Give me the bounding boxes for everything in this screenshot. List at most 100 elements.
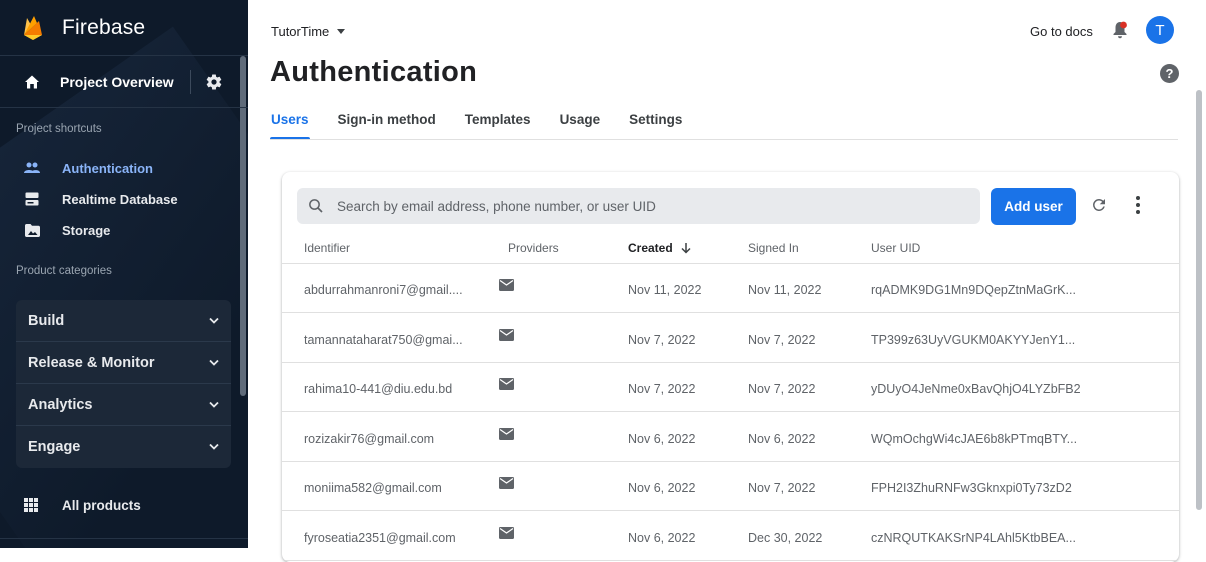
firebase-logo-icon <box>24 15 42 40</box>
caret-down-icon <box>337 29 346 34</box>
tab-templates[interactable]: Templates <box>465 112 531 140</box>
category-release-monitor[interactable]: Release & Monitor <box>16 342 231 384</box>
firebase-brand[interactable]: Firebase <box>0 0 248 56</box>
shortcut-storage[interactable]: Storage <box>0 215 248 245</box>
category-label: Analytics <box>28 396 93 413</box>
email-icon <box>499 477 514 489</box>
cell-created: Nov 7, 2022 <box>628 382 696 396</box>
table-row[interactable]: fyroseatia2351@gmail.com Nov 6, 2022 Dec 3… <box>282 512 1179 561</box>
divider <box>190 70 191 94</box>
avatar[interactable]: T <box>1146 16 1174 44</box>
cell-identifier: moniima582@gmail.com <box>304 481 442 495</box>
shortcuts-section-label: Project shortcuts <box>16 123 102 135</box>
go-to-docs-link[interactable]: Go to docs <box>1030 24 1093 39</box>
table-row[interactable]: tamannataharat750@gmai... Nov 7, 2022 Nov … <box>282 314 1179 363</box>
category-engage[interactable]: Engage <box>16 426 231 468</box>
add-user-button[interactable]: Add user <box>991 188 1076 225</box>
email-icon <box>499 427 514 440</box>
cell-user-uid: FPH2I3ZhuRNFw3Gknxpi0Ty73zD2 <box>871 481 1072 495</box>
chevron-down-icon <box>209 359 219 366</box>
all-products-label: All products <box>62 497 141 513</box>
image-folder-icon <box>24 222 40 238</box>
cell-signed-in: Nov 11, 2022 <box>748 283 822 297</box>
table-row[interactable]: rozizakir76@gmail.com Nov 6, 2022 Nov 6, 2… <box>282 413 1179 462</box>
main-content: TutorTime Go to docs T Authentication ? … <box>248 0 1206 562</box>
column-header-label: Created <box>628 241 673 255</box>
database-icon <box>24 191 40 207</box>
refresh-icon[interactable] <box>1090 196 1108 214</box>
email-icon <box>499 328 514 341</box>
cell-created: Nov 6, 2022 <box>628 431 696 446</box>
category-analytics[interactable]: Analytics <box>16 384 231 426</box>
cell-identifier: fyroseatia2351@gmail.com <box>304 530 456 545</box>
category-label: Engage <box>28 439 81 455</box>
email-icon <box>499 526 514 539</box>
page-scrollbar[interactable] <box>1196 90 1202 510</box>
product-categories: Build Release & Monitor Analytics Engage <box>16 300 231 468</box>
gear-icon[interactable] <box>205 73 223 91</box>
users-card: Add user Identifier Providers Created Si… <box>282 172 1179 562</box>
table-header: Identifier Providers Created Signed In U… <box>282 230 1179 264</box>
column-header-user-uid[interactable]: User UID <box>871 241 920 255</box>
category-label: Release & Monitor <box>28 354 155 371</box>
divider <box>270 139 1178 140</box>
cell-user-uid: WQmOchgWi4cJAE6b8kPTmqBTY... <box>871 431 1078 446</box>
cell-identifier: rahima10-441@diu.edu.bd <box>304 382 453 396</box>
tab-settings[interactable]: Settings <box>629 112 682 140</box>
tab-users[interactable]: Users <box>270 112 310 140</box>
categories-section-label: Product categories <box>16 265 112 277</box>
cell-signed-in: Nov 6, 2022 <box>748 431 816 446</box>
shortcut-realtime-database[interactable]: Realtime Database <box>0 184 248 214</box>
cell-created: Nov 6, 2022 <box>628 530 696 545</box>
brand-name: Firebase <box>62 15 146 39</box>
search-input[interactable] <box>337 198 957 214</box>
column-header-identifier[interactable]: Identifier <box>304 241 350 255</box>
tab-bar: Users Sign-in method Templates Usage Set… <box>270 112 711 140</box>
project-switcher[interactable]: TutorTime <box>271 24 346 39</box>
cell-user-uid: TP399z63UyVGUKM0AKYYJenY1... <box>871 332 1076 347</box>
page-title: Authentication <box>270 56 478 88</box>
cell-signed-in: Nov 7, 2022 <box>748 382 816 396</box>
people-icon <box>24 160 40 176</box>
tab-usage[interactable]: Usage <box>560 112 601 140</box>
project-overview-label: Project Overview <box>60 73 174 90</box>
table-row[interactable]: rahima10-441@diu.edu.bd Nov 7, 2022 Nov 7,… <box>282 363 1179 412</box>
tab-sign-in-method[interactable]: Sign-in method <box>338 112 436 140</box>
notification-bell-icon[interactable] <box>1112 21 1128 39</box>
chevron-down-icon <box>209 317 219 324</box>
cell-identifier: rozizakir76@gmail.com <box>304 431 435 446</box>
email-icon <box>499 378 514 390</box>
all-products-link[interactable]: All products <box>0 488 248 522</box>
sidebar: Firebase Project Overview Project shortc… <box>0 0 248 548</box>
project-name: TutorTime <box>271 24 330 39</box>
cell-signed-in: Nov 7, 2022 <box>748 481 816 495</box>
cell-user-uid: rqADMK9DG1Mn9DQepZtnMaGrK... <box>871 283 1076 297</box>
column-header-providers[interactable]: Providers <box>508 241 559 255</box>
chevron-down-icon <box>209 401 219 408</box>
search-bar[interactable] <box>297 188 980 224</box>
table-row[interactable]: moniima582@gmail.com Nov 6, 2022 Nov 7, 20… <box>282 462 1179 511</box>
shortcut-authentication[interactable]: Authentication <box>0 153 248 183</box>
shortcut-label: Storage <box>62 222 111 238</box>
cell-created: Nov 7, 2022 <box>628 332 696 347</box>
column-header-signed-in[interactable]: Signed In <box>748 241 799 255</box>
project-overview-link[interactable]: Project Overview <box>0 56 248 108</box>
more-vert-icon[interactable] <box>1136 196 1140 214</box>
cell-created: Nov 11, 2022 <box>628 283 702 297</box>
home-icon <box>25 75 39 88</box>
cell-created: Nov 6, 2022 <box>628 481 696 495</box>
shortcut-label: Realtime Database <box>62 191 178 207</box>
arrow-down-icon <box>681 243 691 254</box>
category-build[interactable]: Build <box>16 300 231 342</box>
column-header-created[interactable]: Created <box>628 241 692 255</box>
cell-user-uid: czNRQUTKAKSrNP4LAhl5KtbBEA... <box>871 530 1076 545</box>
cell-signed-in: Nov 7, 2022 <box>748 332 816 347</box>
help-icon[interactable]: ? <box>1160 64 1179 83</box>
divider <box>0 538 248 539</box>
cell-signed-in: Dec 30, 2022 <box>748 530 823 545</box>
shortcut-label: Authentication <box>62 160 153 176</box>
table-row[interactable]: abdurrahmanroni7@gmail.... Nov 11, 2022 No… <box>282 264 1179 313</box>
chevron-down-icon <box>209 443 219 450</box>
email-icon <box>499 279 514 291</box>
search-icon <box>309 199 323 213</box>
